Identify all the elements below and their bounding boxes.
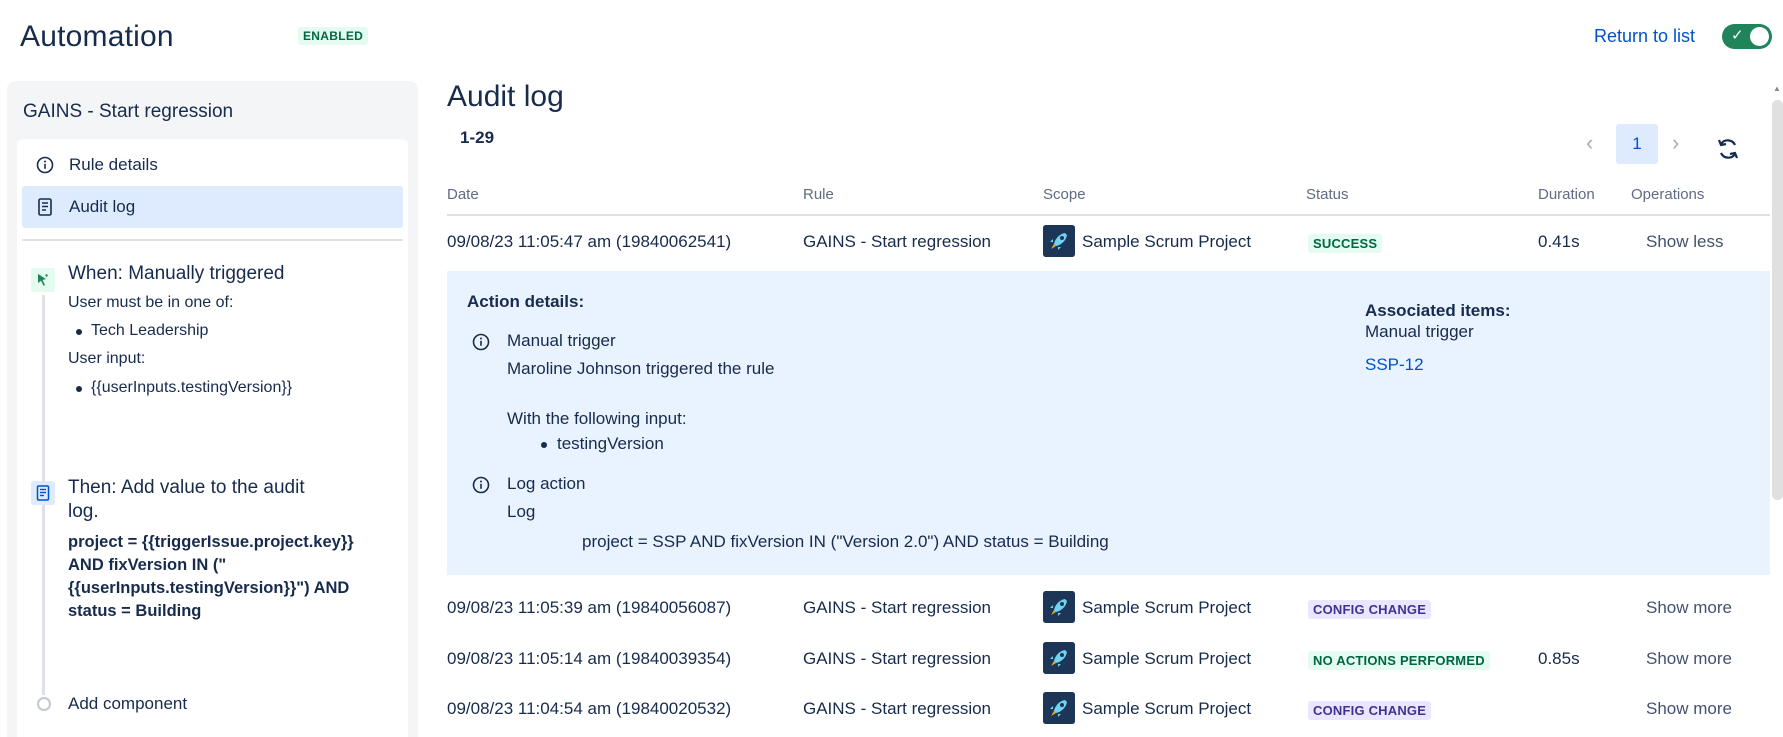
audit-log-action-icon [31, 481, 55, 505]
trigger-title[interactable]: When: Manually triggered [68, 263, 285, 285]
log-action-title: Log action [507, 474, 586, 493]
column-header-operations: Operations [1631, 186, 1705, 203]
return-to-list-link[interactable]: Return to list [1594, 26, 1695, 47]
show-more-button[interactable]: Show more [1646, 699, 1732, 719]
show-less-button[interactable]: Show less [1646, 232, 1723, 252]
column-header-scope: Scope [1043, 186, 1086, 203]
sidebar-item-audit-log[interactable]: Audit log [22, 186, 403, 228]
issue-link[interactable]: SSP-12 [1365, 355, 1424, 375]
trigger-condition: User must be in one of: [68, 294, 234, 311]
associated-items-source: Manual trigger [1365, 322, 1474, 341]
sidebar-item-rule-details[interactable]: Rule details [22, 144, 403, 186]
row-date: 09/08/23 11:04:54 am (19840020532) [447, 699, 732, 718]
show-more-button[interactable]: Show more [1646, 598, 1732, 618]
info-icon [472, 333, 490, 351]
project-rocket-icon [1043, 225, 1075, 257]
project-rocket-icon [1043, 642, 1075, 674]
status-lozenge: CONFIG CHANGE [1308, 701, 1432, 720]
page-button[interactable]: 1 [1616, 124, 1658, 164]
row-duration: 0.85s [1538, 649, 1580, 668]
chevron-right-icon[interactable]: › [1672, 130, 1679, 156]
scrollbar-thumb[interactable] [1772, 100, 1783, 500]
header-divider [447, 214, 1770, 216]
trigger-input-label: User input: [68, 350, 146, 367]
info-icon [35, 155, 55, 175]
status-lozenge: SUCCESS [1308, 234, 1383, 253]
add-component-dot [37, 697, 51, 711]
row-scope: Sample Scrum Project [1082, 649, 1252, 668]
status-lozenge: CONFIG CHANGE [1308, 600, 1432, 619]
row-scope: Sample Scrum Project [1082, 699, 1252, 718]
page-title: Automation [20, 20, 174, 53]
project-rocket-icon [1043, 692, 1075, 724]
row-date: 09/08/23 11:05:39 am (19840056087) [447, 598, 732, 617]
action-value: project = {{triggerIssue.project.key}} A… [68, 533, 354, 620]
trigger-detail-title: Manual trigger [507, 331, 616, 350]
sidebar-item-label: Audit log [69, 197, 136, 216]
info-icon [472, 476, 490, 494]
action-title-cont: log. [68, 501, 99, 522]
audit-log-title: Audit log [447, 80, 564, 113]
row-date: 09/08/23 11:05:14 am (19840039354) [447, 649, 732, 668]
input-intro: With the following input: [507, 409, 687, 428]
log-label: Log [507, 502, 536, 521]
row-duration: 0.41s [1538, 232, 1580, 251]
column-header-duration: Duration [1538, 186, 1595, 203]
rule-sidebar: GAINS - Start regression Rule details Au… [7, 81, 418, 737]
associated-items-heading: Associated items: [1365, 301, 1511, 320]
trigger-detail-text: Maroline Johnson triggered the rule [507, 359, 775, 378]
sidebar-panel: Rule details Audit log When: Manually tr… [17, 139, 408, 737]
result-range: 1-29 [460, 128, 495, 147]
input-item: testingVersion [541, 434, 664, 453]
row-scope: Sample Scrum Project [1082, 232, 1252, 251]
column-header-status: Status [1306, 186, 1349, 203]
row-rule: GAINS - Start regression [803, 598, 992, 617]
row-rule: GAINS - Start regression [803, 699, 992, 718]
status-badge: ENABLED [298, 27, 369, 45]
row-rule: GAINS - Start regression [803, 232, 992, 251]
rule-name: GAINS - Start regression [23, 101, 234, 122]
action-title[interactable]: Then: Add value to the audit [68, 477, 305, 499]
show-more-button[interactable]: Show more [1646, 649, 1732, 669]
divider [22, 239, 403, 241]
scroll-up-arrow[interactable]: ▲ [1773, 84, 1781, 93]
row-rule: GAINS - Start regression [803, 649, 992, 668]
sidebar-item-label: Rule details [69, 155, 158, 174]
status-lozenge: NO ACTIONS PERFORMED [1308, 651, 1490, 670]
document-icon [35, 197, 55, 217]
add-component-button[interactable]: Add component [68, 694, 187, 714]
toggle-knob [1750, 27, 1769, 46]
trigger-input: {{userInputs.testingVersion}} [75, 379, 293, 396]
manual-trigger-icon [31, 268, 55, 292]
action-details-panel: Action details: Manual trigger Maroline … [447, 271, 1770, 575]
project-rocket-icon [1043, 591, 1075, 623]
refresh-icon[interactable] [1715, 136, 1741, 162]
details-heading: Action details: [467, 292, 585, 311]
row-scope: Sample Scrum Project [1082, 598, 1252, 617]
column-header-date: Date [447, 186, 479, 203]
log-value: project = SSP AND fixVersion IN ("Versio… [582, 532, 1109, 551]
column-header-rule: Rule [803, 186, 834, 203]
row-date: 09/08/23 11:05:47 am (19840062541) [447, 232, 732, 251]
rule-enabled-toggle[interactable]: ✓ [1722, 24, 1772, 49]
check-icon: ✓ [1731, 27, 1744, 44]
chevron-left-icon[interactable]: ‹ [1586, 130, 1593, 156]
trigger-group: Tech Leadership [75, 322, 209, 339]
